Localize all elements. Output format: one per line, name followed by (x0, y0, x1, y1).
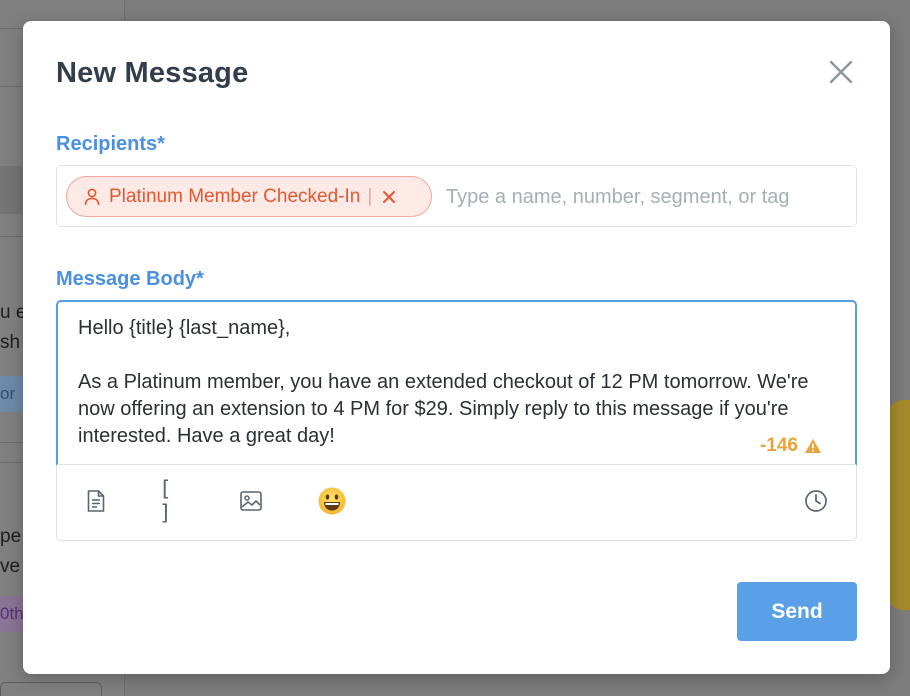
message-body-label: Message Body* (56, 268, 204, 290)
modal-title: New Message (56, 57, 249, 89)
template-button[interactable] (83, 488, 109, 514)
recipient-search-input[interactable] (446, 180, 850, 214)
toolbar-divider (57, 464, 856, 465)
emoji-icon (318, 487, 346, 515)
warning-icon (805, 439, 821, 453)
recipients-field[interactable]: Platinum Member Checked-In | (56, 165, 857, 227)
background-card (888, 400, 910, 610)
background-text: sh (0, 332, 21, 353)
new-message-modal: New Message Recipients* Platinum Member … (23, 21, 890, 674)
document-icon (87, 490, 105, 512)
clock-icon (805, 490, 827, 512)
message-text: Hello {title} {last_name}, As a Platinum… (78, 317, 809, 447)
image-icon (240, 491, 262, 511)
remove-recipient-button[interactable] (382, 190, 396, 204)
message-textarea[interactable]: Hello {title} {last_name}, As a Platinum… (56, 300, 857, 465)
recipients-label: Recipients* (56, 133, 165, 155)
background-text: or (0, 384, 16, 403)
recipient-chip[interactable]: Platinum Member Checked-In | (66, 176, 432, 217)
message-body-field: Hello {title} {last_name}, As a Platinum… (56, 300, 857, 541)
background-text: pe (0, 526, 22, 547)
background-text: 0th (0, 604, 24, 623)
character-count-value: -146 (759, 435, 798, 456)
background-text: ve (0, 556, 21, 577)
character-count: -146 (760, 435, 822, 457)
recipient-chip-label: Platinum Member Checked-In (109, 185, 361, 207)
close-icon (383, 190, 396, 203)
send-button[interactable]: Send (737, 582, 857, 641)
close-button[interactable] (828, 59, 854, 85)
chip-separator: | (367, 185, 373, 207)
person-icon (84, 188, 100, 205)
emoji-button[interactable] (317, 486, 347, 516)
schedule-button[interactable] (803, 488, 829, 514)
close-icon (829, 60, 853, 84)
brackets-icon: [ ] (159, 477, 173, 525)
image-button[interactable] (238, 488, 264, 514)
background-box (0, 682, 102, 696)
merge-field-button[interactable]: [ ] (159, 477, 191, 525)
